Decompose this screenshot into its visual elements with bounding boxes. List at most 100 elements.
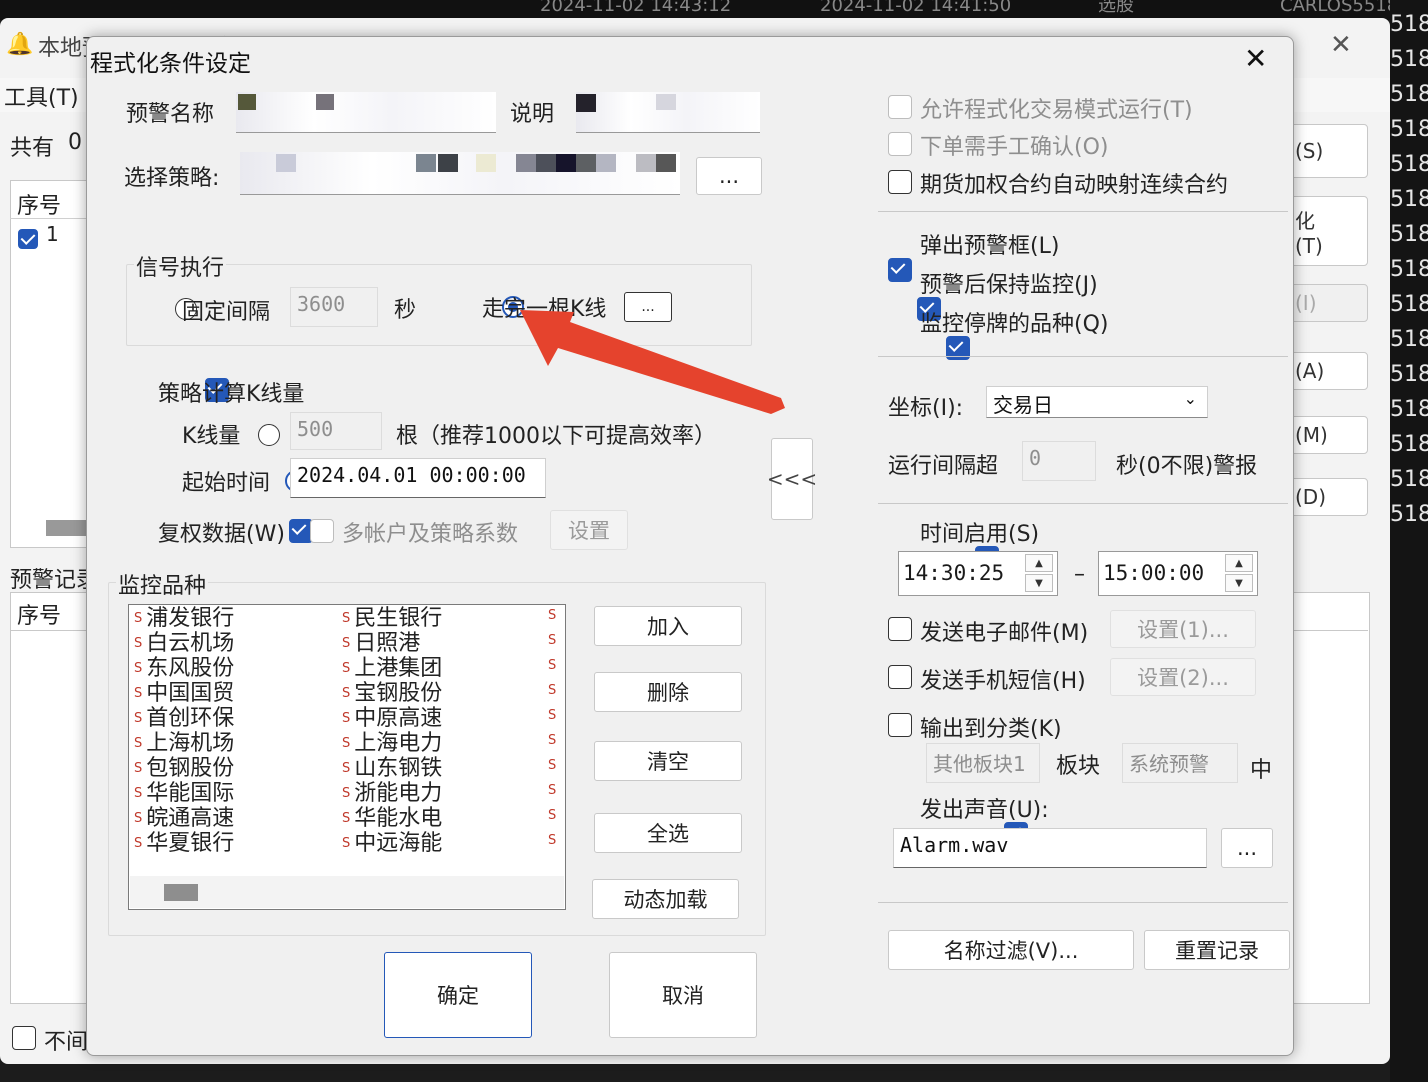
stock-list-item[interactable]: S 皖通高速 [134, 806, 234, 831]
interval-input[interactable]: 0 [1022, 441, 1096, 481]
axis-select[interactable]: 交易日 ⌄ [986, 386, 1208, 418]
stock-list-item[interactable]: S 中国国贸 [134, 681, 234, 706]
popup-alert-checkbox[interactable] [888, 258, 912, 282]
quote-cell: 518 [1390, 292, 1428, 317]
stock-list-item[interactable]: S 华夏银行 [134, 831, 234, 856]
system-alert-input[interactable]: 系统预警 [1122, 743, 1238, 783]
stock-flag-icon: S [342, 811, 351, 826]
stock-name: 浙能电力 [354, 781, 443, 806]
delete-button[interactable]: 删除 [594, 672, 742, 712]
spin-down-icon[interactable]: ▼ [1225, 574, 1253, 592]
topbar-time-2: 2024-11-02 14:41:50 [820, 0, 1012, 16]
output-category-checkbox[interactable] [888, 713, 912, 737]
divider [878, 902, 1288, 903]
time-start-spinner[interactable]: 14:30:25 ▲ ▼ [898, 551, 1058, 596]
adjusted-checkbox[interactable] [288, 519, 313, 543]
popup-alert-label: 弹出预警框(L) [920, 234, 1060, 259]
stock-list-item[interactable]: S 日照港 [342, 631, 420, 656]
stock-list-item[interactable]: S 上海电力 [342, 731, 442, 756]
kline-count-input[interactable]: 500 [290, 412, 382, 450]
add-button[interactable]: 加入 [594, 606, 742, 646]
bg-button-t[interactable]: 化 (T) [1288, 196, 1368, 266]
futures-map-checkbox[interactable] [888, 170, 912, 194]
stock-list-item[interactable]: S 上港集团 [342, 656, 442, 681]
stock-flag-icon: S [548, 708, 557, 723]
scheme-row-checkbox[interactable] [18, 229, 38, 249]
reset-records-button[interactable]: 重置记录 [1144, 930, 1290, 970]
monitor-suspended-label: 监控停牌的品种(Q) [920, 312, 1109, 337]
start-time-input[interactable]: 2024.04.01 00:00:00 [290, 458, 546, 498]
spin-down-icon[interactable]: ▼ [1025, 574, 1053, 592]
bg-button-a[interactable]: (A) [1288, 352, 1368, 390]
bg-button-d[interactable]: (D) [1288, 478, 1368, 516]
cancel-button[interactable]: 取消 [609, 952, 757, 1038]
sound-file-input[interactable]: Alarm.wav [893, 828, 1207, 868]
category-input[interactable]: 其他板块1 [926, 743, 1040, 783]
stock-list-item[interactable]: S 山东钢铁 [342, 756, 442, 781]
collapse-panel-button[interactable]: <<< [767, 438, 817, 520]
manual-confirm-checkbox[interactable] [888, 132, 912, 156]
bg-button-i[interactable]: (I) [1288, 284, 1368, 322]
stock-list-item[interactable]: S 民生银行 [342, 606, 442, 631]
stock-name: 民生银行 [354, 606, 443, 631]
quote-cell: 518 [1390, 432, 1428, 457]
stock-list-item[interactable]: S 包钢股份 [134, 756, 234, 781]
multi-account-settings-button[interactable]: 设置 [550, 510, 628, 550]
topbar-time-1: 2024-11-02 14:43:12 [540, 0, 732, 16]
stock-flag-icon: S [548, 758, 557, 773]
stock-name: 白云机场 [146, 631, 235, 656]
strategy-select[interactable] [240, 152, 680, 195]
select-all-button[interactable]: 全选 [594, 813, 742, 853]
stock-flag-icon: S [548, 833, 557, 848]
bg-button-s[interactable]: (S) [1288, 124, 1368, 178]
spin-up-icon[interactable]: ▲ [1225, 554, 1253, 572]
fixed-interval-input[interactable]: 3600 [290, 287, 378, 327]
stock-flag-icon: S [134, 736, 143, 751]
stock-list-item[interactable]: S 上海机场 [134, 731, 234, 756]
stock-list-item[interactable]: S 华能国际 [134, 781, 234, 806]
stock-flag-icon: S [134, 711, 143, 726]
multi-account-label: 多帐户及策略系数 [342, 522, 519, 547]
stock-flag-icon: S [134, 786, 143, 801]
email-settings-button[interactable]: 设置(1)... [1110, 610, 1256, 648]
name-input[interactable] [236, 92, 496, 133]
dialog-close-icon[interactable]: ✕ [1244, 42, 1267, 75]
name-filter-button[interactable]: 名称过滤(V)... [888, 930, 1134, 970]
stock-list-item[interactable]: S 首创环保 [134, 706, 234, 731]
bell-icon: 🔔 [6, 32, 34, 57]
ok-button[interactable]: 确定 [384, 952, 532, 1038]
bottom-checkbox[interactable] [12, 1026, 36, 1050]
stock-list-item[interactable]: S 东风股份 [134, 656, 234, 681]
stock-list-item[interactable]: S 中原高速 [342, 706, 442, 731]
stock-list-item[interactable]: S 中远海能 [342, 831, 442, 856]
allow-trading-checkbox[interactable] [888, 95, 912, 119]
sound-browse-button[interactable]: ... [1221, 828, 1273, 868]
spin-up-icon[interactable]: ▲ [1025, 554, 1053, 572]
stock-list-item[interactable]: S 白云机场 [134, 631, 234, 656]
sms-checkbox[interactable] [888, 665, 912, 689]
clear-button[interactable]: 清空 [594, 741, 742, 781]
background-close-icon[interactable]: ✕ [1330, 30, 1352, 60]
stock-list-item[interactable]: S 浦发银行 [134, 606, 234, 631]
futures-map-label: 期货加权合约自动映射连续合约 [920, 173, 1229, 198]
menu-tool[interactable]: 工具(T) [4, 80, 79, 112]
email-checkbox[interactable] [888, 617, 912, 641]
sms-settings-button[interactable]: 设置(2)... [1110, 658, 1256, 696]
taskbar-strip: 2024-11-02 14:43:12 2024-11-02 14:41:50 … [0, 0, 1428, 20]
time-end-spinner[interactable]: 15:00:00 ▲ ▼ [1098, 551, 1258, 596]
desc-input[interactable] [576, 92, 760, 133]
stock-flag-icon: S [548, 733, 557, 748]
strategy-browse-button[interactable]: ... [696, 157, 762, 195]
stock-list-item[interactable]: S 华能水电 [342, 806, 442, 831]
scrollbar-thumb[interactable] [46, 520, 86, 536]
stock-list-item[interactable]: S 宝钢股份 [342, 681, 442, 706]
stock-list-scroll-thumb[interactable] [164, 884, 198, 901]
stock-flag-icon: S [342, 661, 351, 676]
multi-account-checkbox[interactable] [310, 519, 334, 543]
dynamic-load-button[interactable]: 动态加载 [592, 879, 739, 919]
quote-cell: 518 [1390, 362, 1428, 387]
strategy-label: 选择策略: [124, 166, 220, 191]
stock-list-item[interactable]: S 浙能电力 [342, 781, 442, 806]
stock-name: 包钢股份 [146, 756, 235, 781]
bg-button-m[interactable]: (M) [1288, 416, 1368, 454]
